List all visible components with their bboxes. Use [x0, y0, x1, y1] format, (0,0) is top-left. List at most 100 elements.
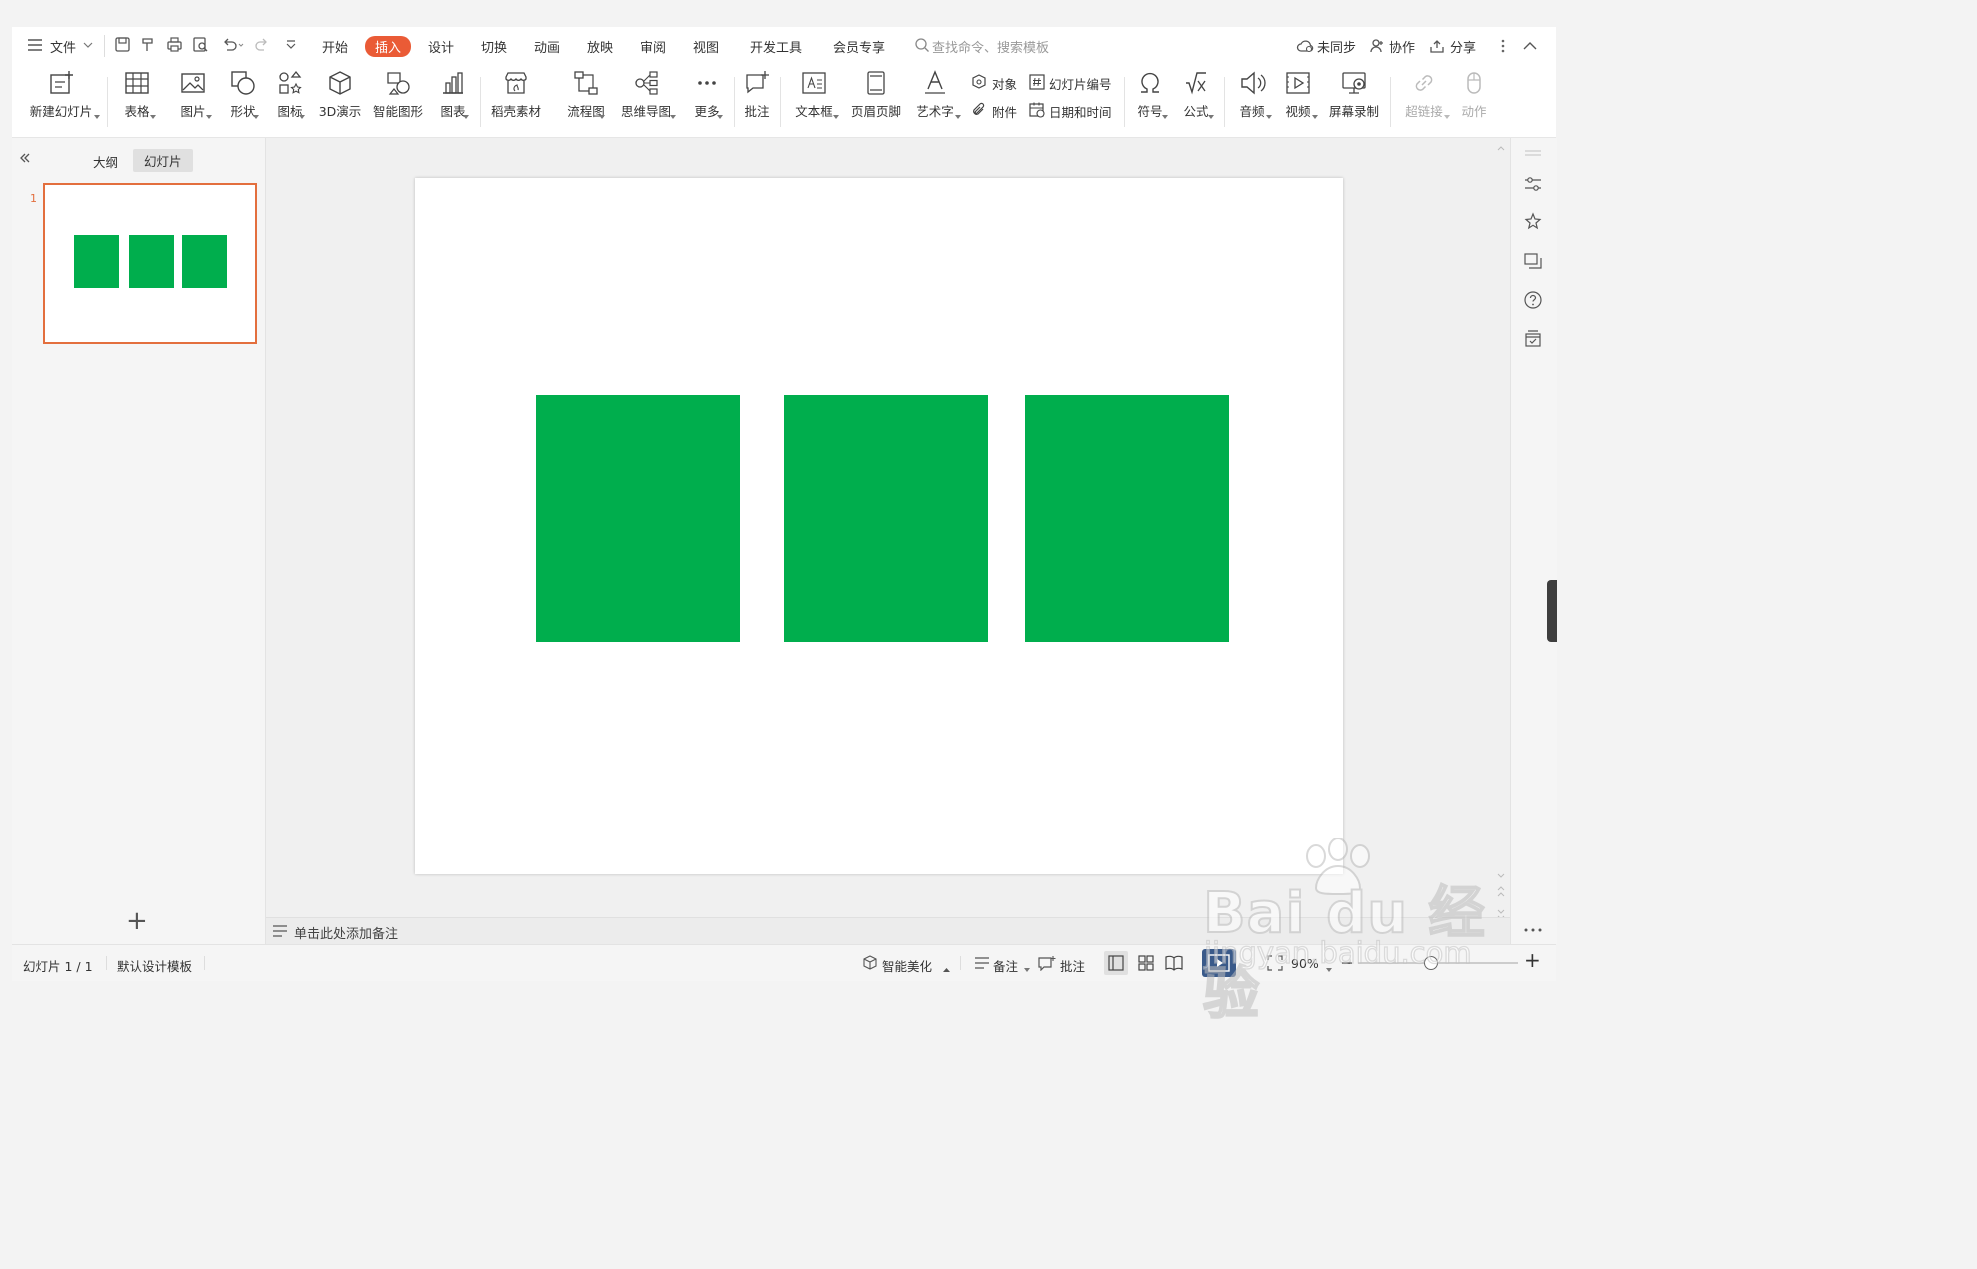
smart-beautify-button[interactable]: 智能美化	[882, 956, 932, 975]
thumbnail-shape	[182, 235, 227, 288]
chevron-up-icon[interactable]	[943, 961, 950, 976]
chart-button[interactable]: 图表	[430, 69, 476, 127]
3d-cube-icon	[329, 71, 351, 95]
screen-record-button[interactable]: 屏幕录制	[1324, 69, 1384, 127]
chevron-down-icon[interactable]	[94, 108, 100, 123]
add-slide-button[interactable]: +	[126, 908, 148, 934]
collapse-ribbon-icon[interactable]	[1522, 38, 1538, 58]
chevron-down-icon[interactable]	[463, 108, 469, 123]
tab-slideshow[interactable]: 放映	[587, 37, 613, 56]
tab-member[interactable]: 会员专享	[833, 37, 885, 56]
icon-library-button[interactable]: 图标	[267, 69, 313, 127]
new-slide-button[interactable]: 新建幻灯片	[22, 69, 100, 127]
tab-home[interactable]: 开始	[322, 37, 348, 56]
file-menu[interactable]: 文件	[50, 37, 76, 56]
tab-slides[interactable]: 幻灯片	[133, 149, 193, 172]
chevron-down-icon[interactable]	[1208, 108, 1214, 123]
customize-toolbar-icon[interactable]	[284, 36, 302, 54]
slide-page[interactable]	[415, 178, 1343, 874]
divider	[780, 77, 781, 127]
redo-icon[interactable]	[254, 36, 272, 54]
tab-view[interactable]: 视图	[693, 37, 719, 56]
tab-insert[interactable]: 插入	[365, 36, 412, 57]
collaborate-button[interactable]: 协作	[1389, 37, 1415, 56]
green-rectangle-shape[interactable]	[536, 395, 740, 642]
green-rectangle-shape[interactable]	[1025, 395, 1229, 642]
slide-thumbnail[interactable]	[43, 183, 257, 344]
undo-icon[interactable]	[220, 36, 244, 54]
daoke-material-button[interactable]: 稻壳素材	[486, 69, 546, 127]
magic-wand-icon[interactable]	[1523, 212, 1543, 236]
grip-icon	[1523, 146, 1543, 161]
tab-design[interactable]: 设计	[428, 37, 454, 56]
more-options-icon[interactable]	[1500, 38, 1506, 58]
vertical-scrollbar[interactable]	[1494, 138, 1508, 920]
comment-button[interactable]: 批注	[740, 69, 774, 127]
share-button[interactable]: 分享	[1450, 37, 1476, 56]
smart-graphic-button[interactable]: 智能图形	[368, 69, 428, 127]
slide-sorter-view-button[interactable]	[1134, 951, 1158, 979]
chevron-down-icon[interactable]	[1266, 108, 1272, 123]
collapse-pane-icon[interactable]	[18, 151, 32, 169]
design-template-name[interactable]: 默认设计模板	[117, 956, 192, 975]
chevron-down-icon[interactable]	[1162, 108, 1168, 123]
flowchart-button[interactable]: 流程图	[556, 69, 616, 127]
print-preview-icon[interactable]	[192, 36, 210, 54]
reading-view-button[interactable]	[1162, 951, 1186, 979]
chart-label: 图表	[440, 104, 466, 119]
more-options-icon[interactable]	[1523, 922, 1543, 937]
attachment-button[interactable]: 附件	[992, 102, 1017, 121]
help-icon[interactable]	[1523, 290, 1543, 314]
chevron-down-icon[interactable]	[150, 108, 156, 123]
object-icon	[970, 73, 988, 95]
chevron-down-icon[interactable]	[1312, 108, 1318, 123]
mindmap-button[interactable]: 思维导图	[614, 69, 678, 127]
chevron-down-icon[interactable]	[1024, 961, 1030, 976]
comment-toggle-button[interactable]: 批注	[1060, 956, 1085, 975]
chevron-down-icon[interactable]	[299, 108, 305, 123]
tab-outline[interactable]: 大纲	[93, 152, 118, 171]
sync-status-button[interactable]: 未同步	[1317, 37, 1356, 56]
print-icon[interactable]	[166, 36, 184, 54]
more-label: 更多	[694, 104, 720, 119]
hamburger-menu-icon[interactable]	[26, 36, 46, 56]
datetime-button[interactable]: 日期和时间	[1049, 102, 1112, 121]
object-button[interactable]: 对象	[992, 74, 1017, 93]
tab-review[interactable]: 审阅	[640, 37, 666, 56]
notes-toggle-button[interactable]: 备注	[993, 956, 1018, 975]
3d-presentation-button[interactable]: 3D演示	[314, 69, 366, 127]
more-button[interactable]: 更多	[684, 69, 730, 127]
zoom-in-button[interactable]: +	[1524, 949, 1541, 971]
chevron-down-icon[interactable]	[670, 108, 676, 123]
chevron-down-icon[interactable]	[1444, 108, 1450, 123]
side-handle[interactable]	[1547, 580, 1557, 642]
backup-box-icon[interactable]	[1523, 329, 1543, 353]
formula-icon	[1186, 72, 1206, 95]
header-footer-button[interactable]: 页眉页脚	[848, 69, 904, 127]
slide-transition-icon[interactable]	[1523, 251, 1543, 275]
tab-developer[interactable]: 开发工具	[750, 37, 802, 56]
header-footer-label: 页眉页脚	[850, 104, 901, 119]
chevron-down-icon[interactable]	[833, 108, 839, 123]
shape-button[interactable]: 形状	[220, 69, 266, 127]
speaker-icon	[1241, 71, 1266, 95]
tab-animation[interactable]: 动画	[534, 37, 560, 56]
format-painter-icon[interactable]	[140, 36, 158, 54]
action-button[interactable]: 动作	[1454, 69, 1494, 127]
green-rectangle-shape[interactable]	[784, 395, 988, 642]
properties-slider-icon[interactable]	[1523, 174, 1543, 198]
chevron-down-icon[interactable]	[206, 108, 212, 123]
insert-ribbon: 新建幻灯片 表格 图片 形状 图标 3D演示 智能图形 图表 稻壳素材 流程图 …	[12, 65, 1556, 138]
save-icon[interactable]	[114, 36, 132, 54]
command-search-input[interactable]: 查找命令、搜索模板	[932, 37, 1049, 56]
chevron-down-icon[interactable]	[599, 108, 605, 123]
tab-transition[interactable]: 切换	[481, 37, 507, 56]
slide-number-button[interactable]: 幻灯片编号	[1049, 74, 1112, 93]
chevron-down-icon[interactable]	[82, 39, 94, 55]
new-slide-icon	[50, 71, 73, 94]
chevron-down-icon[interactable]	[717, 108, 723, 123]
normal-view-button[interactable]	[1104, 951, 1128, 975]
chevron-down-icon[interactable]	[253, 108, 259, 123]
chevron-down-icon[interactable]	[955, 108, 961, 123]
wordart-button[interactable]: 艺术字	[910, 69, 960, 127]
